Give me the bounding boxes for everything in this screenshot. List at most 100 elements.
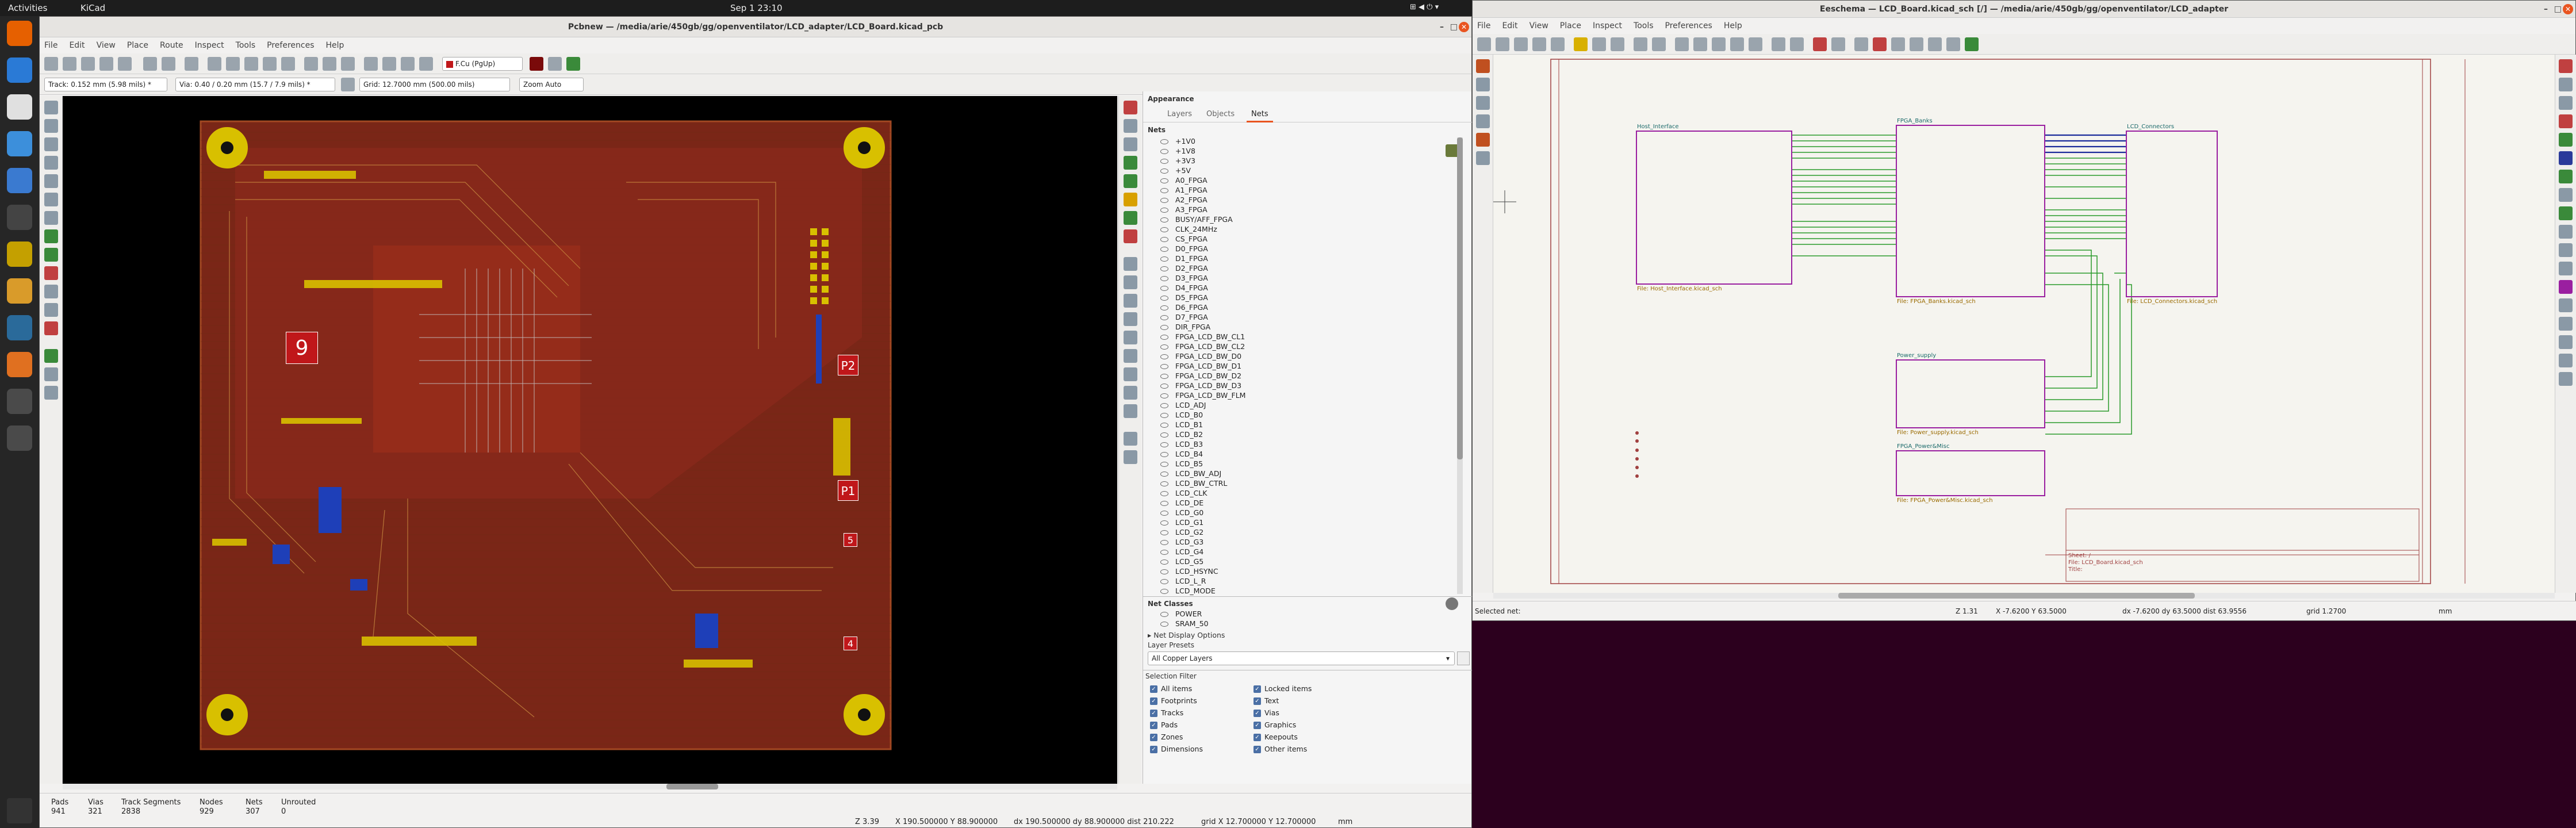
net-row[interactable]: FPGA_LCD_BW_D3 — [1143, 381, 1454, 390]
minimize-button[interactable]: – — [2544, 1, 2548, 18]
visibility-eye-icon[interactable] — [1160, 286, 1168, 291]
visibility-eye-icon[interactable] — [1160, 550, 1168, 555]
menu-file[interactable]: File — [44, 41, 57, 50]
visibility-eye-icon[interactable] — [1160, 354, 1168, 359]
camera-icon[interactable] — [7, 131, 32, 156]
net-row[interactable]: D6_FPGA — [1143, 302, 1454, 312]
highlight-net-icon[interactable] — [2559, 78, 2573, 91]
visibility-eye-icon[interactable] — [1160, 227, 1168, 232]
visibility-eye-icon[interactable] — [1160, 296, 1168, 301]
units-in-icon[interactable] — [1476, 78, 1490, 91]
files-icon[interactable] — [7, 94, 32, 120]
net-row[interactable]: D5_FPGA — [1143, 293, 1454, 302]
filter-locked-items[interactable]: ✓ Locked items — [1254, 683, 1312, 695]
firefox-icon[interactable] — [7, 21, 32, 46]
netlist-icon[interactable] — [364, 57, 378, 71]
grid-toggle-icon[interactable] — [1476, 59, 1490, 73]
junction-icon[interactable] — [2559, 206, 2573, 220]
checkbox[interactable]: ✓ — [1254, 710, 1261, 717]
net-row[interactable]: A1_FPGA — [1143, 185, 1454, 195]
no-connect-icon[interactable] — [2559, 188, 2573, 202]
net-row[interactable]: LCD_B4 — [1143, 449, 1454, 459]
local-ratsnest-icon[interactable] — [1124, 119, 1137, 133]
menu-route[interactable]: Route — [160, 41, 183, 50]
kicad-app-menu[interactable]: KiCad — [80, 3, 105, 13]
net-row[interactable]: D3_FPGA — [1143, 273, 1454, 283]
filter-all-items[interactable]: ✓ All items — [1150, 683, 1203, 695]
visibility-eye-icon[interactable] — [1160, 520, 1168, 526]
net-display-options-toggle[interactable]: ▸ Net Display Options — [1148, 631, 1225, 639]
pads-sketch-icon[interactable] — [44, 266, 58, 280]
hidden-pins-icon[interactable] — [1476, 133, 1490, 147]
route-track-icon[interactable] — [1124, 156, 1137, 170]
visibility-eye-icon[interactable] — [1160, 511, 1168, 516]
zoom-fit-icon[interactable] — [1730, 37, 1744, 51]
checkbox[interactable]: ✓ — [1150, 710, 1157, 717]
close-button[interactable]: ✕ — [1459, 22, 1469, 32]
net-class-settings-icon[interactable] — [1446, 597, 1458, 610]
print-icon[interactable] — [118, 57, 132, 71]
sheet-fpga-banks[interactable] — [1896, 125, 2045, 297]
menu-edit[interactable]: Edit — [69, 41, 85, 50]
layer-selector[interactable]: F.Cu (PgUp) — [442, 57, 523, 71]
measure-icon[interactable] — [1124, 450, 1137, 464]
visibility-eye-icon[interactable] — [1160, 384, 1168, 389]
units-mm-icon[interactable] — [1476, 96, 1490, 110]
ref-label-4[interactable]: 4 — [844, 637, 857, 650]
net-row[interactable]: A0_FPGA — [1143, 175, 1454, 185]
net-row[interactable]: LCD_BW_ADJ — [1143, 469, 1454, 478]
filter-pads[interactable]: ✓ Pads — [1150, 719, 1203, 731]
visibility-eye-icon[interactable] — [1160, 374, 1168, 379]
sheet-lcd-connectors[interactable] — [2126, 131, 2218, 297]
search-icon[interactable] — [185, 57, 198, 71]
draw-arc-icon[interactable] — [1124, 312, 1137, 326]
visibility-eye-icon[interactable] — [1160, 159, 1168, 164]
close-button[interactable]: ✕ — [2563, 4, 2573, 14]
mounting-hole-top-left[interactable] — [206, 127, 248, 168]
menu-preferences[interactable]: Preferences — [267, 41, 314, 50]
zone-fill-icon[interactable] — [44, 229, 58, 243]
net-row[interactable]: LCD_B2 — [1143, 430, 1454, 439]
menu-help[interactable]: Help — [1724, 21, 1742, 30]
net-row[interactable]: LCD_L_R — [1143, 576, 1454, 586]
refresh-icon[interactable] — [208, 57, 221, 71]
visibility-eye-icon[interactable] — [1160, 442, 1168, 447]
paste-icon[interactable] — [1574, 37, 1588, 51]
net-class-sram[interactable]: SRAM_50 — [1155, 619, 1209, 628]
menu-place[interactable]: Place — [127, 41, 148, 50]
plugin-icon[interactable] — [566, 57, 580, 71]
checkbox[interactable]: ✓ — [1150, 734, 1157, 741]
visibility-eye-icon[interactable] — [1160, 305, 1168, 310]
layer-presets-select[interactable]: All Copper Layers ▾ — [1148, 651, 1455, 665]
schematic-canvas[interactable]: Host_Interface File: Host_Interface.kica… — [1493, 55, 2555, 593]
net-row[interactable]: LCD_B3 — [1143, 439, 1454, 449]
sch-setup-icon[interactable] — [1477, 37, 1491, 51]
filter-text[interactable]: ✓ Text — [1254, 695, 1312, 707]
net-row[interactable]: LCD_ADJ — [1143, 400, 1454, 410]
ref-label-p1[interactable]: P1 — [838, 480, 858, 501]
visibility-eye-icon[interactable] — [1160, 403, 1168, 408]
visibility-eye-icon[interactable] — [1160, 569, 1168, 574]
filter-keepouts[interactable]: ✓ Keepouts — [1254, 731, 1312, 743]
flip-icon[interactable] — [341, 57, 355, 71]
vias-sketch-icon[interactable] — [44, 285, 58, 298]
add-symbol-icon[interactable] — [2559, 96, 2573, 110]
visibility-eye-icon[interactable] — [1160, 188, 1168, 193]
scripting-icon[interactable] — [548, 57, 562, 71]
microwave-icon[interactable] — [44, 386, 58, 400]
menu-inspect[interactable]: Inspect — [195, 41, 224, 50]
menu-inspect[interactable]: Inspect — [1593, 21, 1622, 30]
visibility-eye-icon[interactable] — [1160, 481, 1168, 486]
undo-icon[interactable] — [1592, 37, 1606, 51]
net-row[interactable]: LCD_G5 — [1143, 557, 1454, 566]
visibility-eye-icon[interactable] — [1160, 423, 1168, 428]
global-label-icon[interactable] — [2559, 243, 2573, 257]
layers-manager-icon[interactable] — [44, 367, 58, 381]
zoom-selection-icon[interactable] — [1749, 37, 1762, 51]
app-grid-icon[interactable] — [7, 798, 32, 823]
visibility-eye-icon[interactable] — [1160, 276, 1168, 281]
navigate-hierarchy-icon[interactable] — [1772, 37, 1785, 51]
net-row[interactable]: BUSY/AFF_FPGA — [1143, 214, 1454, 224]
net-row[interactable]: CLK_24MHz — [1143, 224, 1454, 234]
units-in-icon[interactable] — [44, 156, 58, 170]
